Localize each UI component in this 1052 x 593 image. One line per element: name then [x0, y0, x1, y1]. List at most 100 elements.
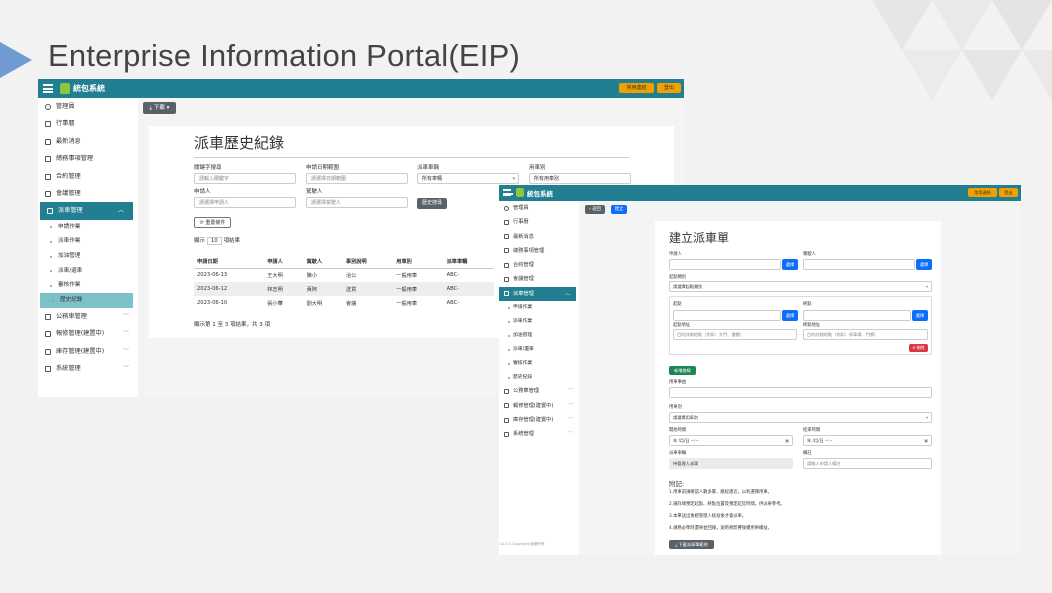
origin-select-button[interactable]: 選擇 — [782, 310, 798, 321]
bus-icon — [45, 313, 51, 320]
sidebar-item-general-affairs[interactable]: 總務事項管理 — [499, 244, 579, 258]
route-type-label: 起點類別 — [669, 275, 687, 280]
cell: 陳小 — [306, 272, 317, 279]
sidebar-item-official-car[interactable]: 公務車管理 ﹀ — [499, 384, 579, 398]
common-links-button[interactable]: 常用連結 — [619, 83, 654, 93]
origin-input[interactable] — [673, 310, 781, 321]
applicant-input[interactable] — [669, 259, 781, 270]
sidebar-item-repair[interactable]: 報修管理(建置中) ﹀ — [38, 325, 138, 342]
table-row[interactable]: 2023-06-10 張小華 劉大明 會議 一般用車 ABC- — [194, 296, 494, 310]
common-links-button[interactable]: 常用連結 — [968, 188, 997, 197]
sidebar-sub-history[interactable]: 歷史紀錄 — [499, 371, 579, 385]
col-header[interactable]: 用車別 — [393, 255, 444, 269]
reset-button[interactable]: ⟳ 重置條件 — [194, 217, 231, 228]
table-row[interactable]: 2023-06-13 王大明 陳小 洽公 一般用車 ABC- — [194, 268, 494, 282]
driver-select-button[interactable]: 選擇 — [916, 259, 932, 270]
dest-select-button[interactable]: 選擇 — [912, 310, 928, 321]
col-header[interactable]: 派車車輛 — [443, 255, 494, 269]
sidebar-item-calendar[interactable]: 行事曆 — [499, 215, 579, 229]
cell: 洽公 — [345, 272, 357, 279]
driver-input[interactable] — [803, 259, 915, 270]
sidebar-item-calendar[interactable]: 行事曆 — [38, 115, 138, 132]
sidebar-sub-fuel[interactable]: 加油管理 — [499, 329, 579, 343]
contract-icon — [504, 262, 509, 268]
col-header[interactable]: 駕駛人 — [303, 255, 343, 269]
logout-button[interactable]: 登出 — [657, 83, 681, 93]
history-search-button[interactable]: 歷史搜尋 — [417, 198, 447, 209]
col-header[interactable]: 事別說明 — [342, 255, 394, 269]
reason-label: 用車事由 — [669, 380, 687, 385]
sidebar-sub-apply[interactable]: 申請作業 — [499, 301, 579, 315]
col-header[interactable]: 申請人 — [264, 255, 304, 269]
top-bar: 統包系統 常用連結 登出 — [38, 79, 684, 98]
sidebar-item-news[interactable]: 最新消息 — [499, 230, 579, 244]
sidebar-item-inventory[interactable]: 庫存管理(建置中) ﹀ — [38, 343, 138, 360]
sidebar-user[interactable]: 管理員 — [499, 201, 579, 215]
hamburger-menu-icon[interactable] — [43, 84, 53, 93]
purpose-select[interactable]: 所有用車別 — [529, 173, 631, 184]
sidebar-user[interactable]: 管理員 — [38, 98, 138, 115]
download-button[interactable]: ⤓ 下載 ▾ — [143, 102, 176, 114]
bus-icon — [504, 388, 509, 394]
back-button[interactable]: ‹ 返回 — [585, 205, 605, 214]
sidebar-sub-return[interactable]: 派車/還車 — [499, 343, 579, 357]
download-sample-button[interactable]: ⤓ 下載派車單範例 — [669, 540, 714, 549]
sidebar-item-meetings[interactable]: 會議管理 — [38, 185, 138, 202]
build-tab-button[interactable]: 建立 — [611, 205, 627, 214]
purpose-select[interactable]: 請選擇用車別 ▾ — [669, 412, 932, 423]
page-size-select[interactable]: 10 — [206, 237, 222, 245]
sidebar-item-news[interactable]: 最新消息 — [38, 133, 138, 150]
sidebar-item-inventory[interactable]: 庫存管理(建置中) ﹀ — [499, 413, 579, 427]
date-range-label: 申請日期範圍 — [306, 165, 340, 171]
driver-input[interactable]: 請選擇駕駛人 — [306, 197, 408, 208]
sidebar-item-repair[interactable]: 報修管理(建置中) ﹀ — [499, 399, 579, 413]
dest-address-input[interactable]: 目的詳細地點（例如：停車場、門牌） — [803, 329, 928, 340]
route-type-select[interactable]: 請選擇起點類別 ▾ — [669, 281, 932, 292]
tools-icon — [45, 331, 51, 338]
chevron-down-icon: ﹀ — [122, 330, 129, 338]
hamburger-menu-icon[interactable] — [503, 189, 513, 196]
sidebar-item-system[interactable]: 系統管理 ﹀ — [38, 360, 138, 377]
cell: 張小華 — [267, 300, 283, 307]
remark-input[interactable]: 請輸入申請人備註 — [803, 458, 932, 469]
page-title: 派車歷史紀錄 — [194, 134, 285, 152]
origin-address-input[interactable]: 目的詳細地點（例如：大門、樓層） — [673, 329, 797, 340]
sidebar-item-general-affairs[interactable]: 總務事項管理 — [38, 150, 138, 167]
logout-button[interactable]: 登出 — [999, 188, 1018, 197]
note-item: 3.本單送出後經管理人核准後才會派車。 — [669, 514, 747, 519]
calendar-icon: ▣ — [785, 438, 789, 443]
chevron-down-icon: ﹀ — [122, 365, 129, 373]
keyword-input[interactable]: 請輸入關鍵字 — [194, 173, 296, 184]
sidebar-sub-apply[interactable]: 申請作業 — [38, 220, 138, 235]
sidebar-sub-review[interactable]: 審核作業 — [499, 357, 579, 371]
vehicle-select[interactable]: 所有車輛 ▾ — [417, 173, 519, 184]
sidebar-sub-history[interactable]: 歷史紀錄 — [40, 293, 133, 308]
table-row[interactable]: 2023-06-12 林志明 黃阿 送貨 一般用車 ABC- — [194, 282, 494, 296]
meeting-icon — [504, 276, 509, 282]
sidebar-sub-review[interactable]: 審核作業 — [38, 278, 138, 293]
sidebar-sub-dispatch[interactable]: 派車作業 — [499, 315, 579, 329]
chevron-down-icon: ﹀ — [567, 402, 573, 409]
dest-input[interactable] — [803, 310, 911, 321]
delete-route-button[interactable]: ⊖ 刪除 — [909, 344, 928, 352]
sidebar-item-vehicle[interactable]: 派車管理 ︿ — [499, 286, 576, 302]
sidebar-sub-return[interactable]: 派車/還車 — [38, 264, 138, 279]
applicant-input[interactable]: 請選擇申請人 — [194, 197, 296, 208]
add-route-button[interactable]: 新增路線 — [669, 366, 696, 375]
col-header[interactable]: 申請日期 — [194, 255, 265, 269]
contract-icon — [45, 173, 51, 180]
sidebar-item-contracts[interactable]: 合約管理 — [499, 258, 579, 272]
applicant-select-button[interactable]: 選擇 — [782, 259, 798, 270]
date-range-input[interactable]: 請選擇日期範圍 — [306, 173, 408, 184]
table-header: 申請日期 申請人 駕駛人 事別說明 用車別 派車車輛 — [194, 255, 494, 269]
end-time-input[interactable]: 年 /月/日 --:-- ▣ — [803, 435, 932, 446]
sidebar-item-vehicle[interactable]: 派車管理 ︿ — [40, 202, 133, 220]
sidebar-item-system[interactable]: 系統管理 ﹀ — [499, 427, 579, 441]
sidebar-item-meetings[interactable]: 會議管理 — [499, 272, 579, 286]
start-time-input[interactable]: 年 /月/日 --:-- ▣ — [669, 435, 793, 446]
sidebar-sub-dispatch[interactable]: 派車作業 — [38, 234, 138, 249]
sidebar-sub-fuel[interactable]: 加油管理 — [38, 249, 138, 264]
sidebar-item-contracts[interactable]: 合約管理 — [38, 168, 138, 185]
reason-input[interactable] — [669, 387, 932, 398]
sidebar-item-official-car[interactable]: 公務車管理 ﹀ — [38, 308, 138, 325]
